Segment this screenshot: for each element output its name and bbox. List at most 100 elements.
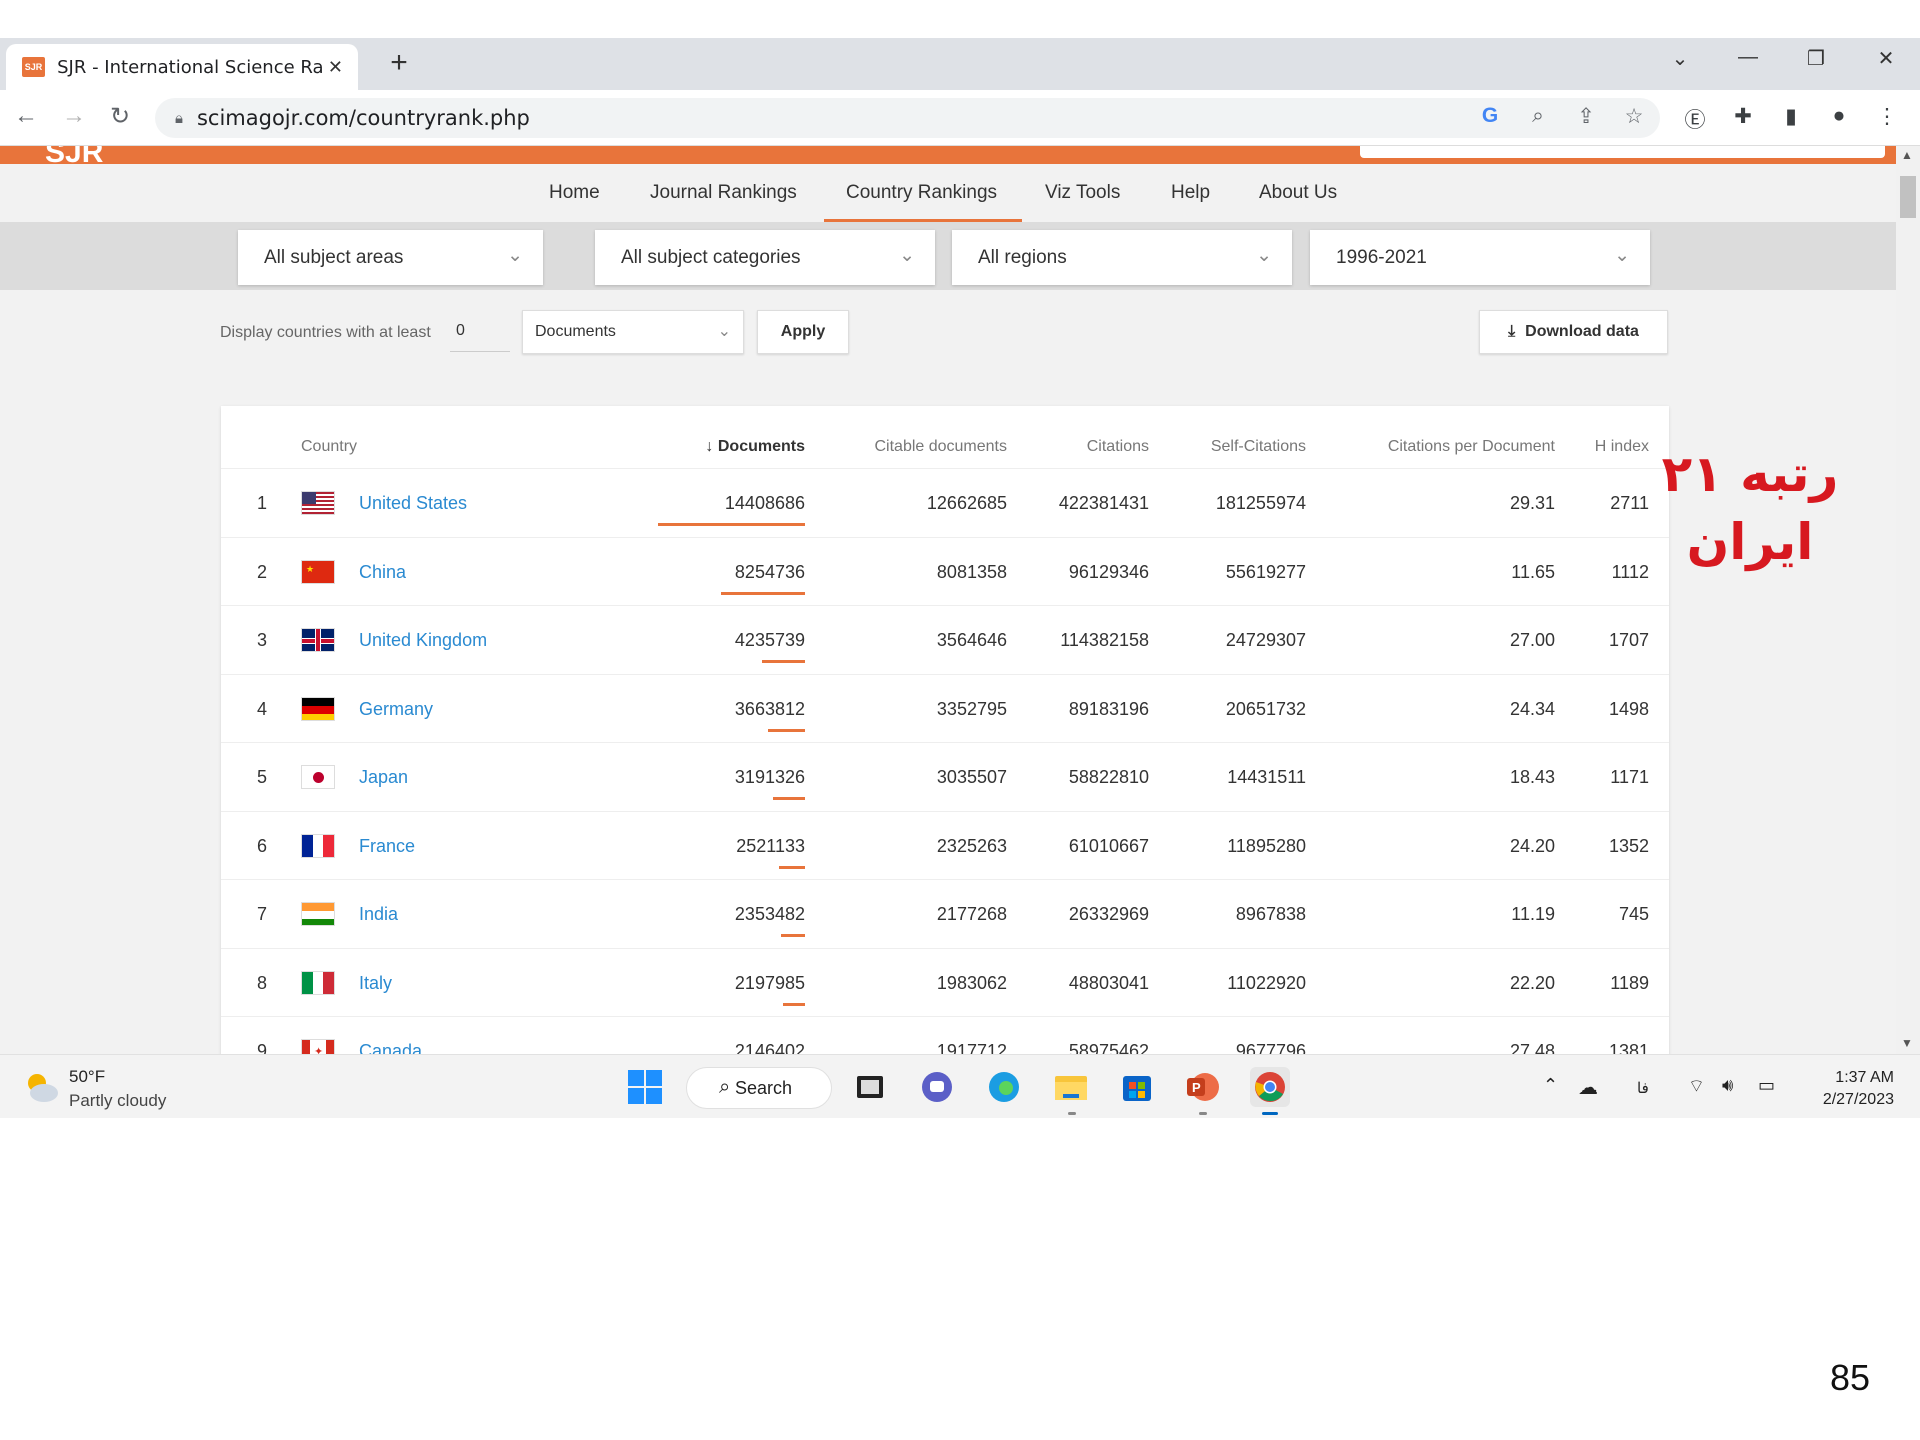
header-citations-per-document[interactable]: Citations per Document — [1321, 438, 1555, 456]
start-windows-icon[interactable] — [625, 1067, 665, 1107]
windows-taskbar: 50°F Partly cloudy ⌕ Search P ⌃ ☁ فا ⌔ 🔊… — [0, 1054, 1920, 1118]
country-flag-icon — [301, 696, 335, 721]
header-citations[interactable]: Citations — [1021, 438, 1149, 456]
browser-tab[interactable]: SJR SJR - International Science Rankir ✕ — [6, 44, 358, 90]
citable-cell: 3035507 — [936, 767, 1007, 787]
country-link[interactable]: Canada — [359, 1041, 619, 1054]
country-link[interactable]: Italy — [359, 973, 619, 994]
download-data-button[interactable]: ⤓ Download data — [1479, 310, 1668, 354]
country-link[interactable]: India — [359, 904, 619, 925]
powerpoint-icon[interactable]: P — [1183, 1067, 1223, 1107]
extensions-puzzle-icon[interactable]: ✚ — [1728, 104, 1758, 129]
scroll-up-arrow-icon[interactable]: ▲ — [1901, 148, 1913, 162]
nav-home[interactable]: Home — [549, 182, 600, 204]
country-link[interactable]: United Kingdom — [359, 630, 619, 651]
nav-about-us[interactable]: About Us — [1259, 182, 1337, 204]
taskbar-search-button[interactable]: ⌕ Search — [686, 1067, 832, 1109]
side-panel-icon[interactable]: ▮ — [1776, 104, 1806, 129]
header-citable[interactable]: Citable documents — [807, 438, 1007, 456]
minimize-button[interactable]: — — [1728, 46, 1768, 69]
svg-text:P: P — [1192, 1080, 1201, 1095]
sjr-favicon-icon: SJR — [22, 57, 46, 77]
region-value: All regions — [978, 246, 1067, 268]
rank-annotation: رتبه ۲۱ ایران — [1600, 440, 1900, 576]
subject-category-select[interactable]: All subject categories ⌄ — [595, 230, 935, 285]
partly-cloudy-icon[interactable] — [22, 1069, 60, 1107]
country-link[interactable]: Germany — [359, 699, 619, 720]
metric-select[interactable]: Documents ⌄ — [522, 310, 744, 354]
edge-browser-icon[interactable] — [984, 1067, 1024, 1107]
volume-icon[interactable]: 🔊︎ — [1722, 1075, 1733, 1096]
self-citations-cell: 181255974 — [1215, 493, 1306, 513]
input-language-indicator[interactable]: فا — [1637, 1079, 1649, 1097]
country-rank-table: Country ↓ Documents Citable documents Ci… — [221, 406, 1669, 1054]
address-bar[interactable]: 🔒︎ scimagojr.com/countryrank.php G ⌕ ⇪ ☆ — [155, 98, 1660, 138]
country-flag-icon: ✦ — [301, 1039, 335, 1054]
close-window-button[interactable]: ✕ — [1866, 46, 1906, 71]
share-icon[interactable]: ⇪ — [1571, 104, 1601, 129]
scroll-down-arrow-icon[interactable]: ▼ — [1901, 1036, 1913, 1050]
nav-journal-rankings[interactable]: Journal Rankings — [650, 182, 797, 204]
show-hidden-icons-chevron-icon[interactable]: ⌃ — [1543, 1075, 1558, 1096]
forward-arrow-icon[interactable]: → — [58, 102, 90, 130]
page-viewport: SJR Home Journal Rankings Country Rankin… — [0, 146, 1896, 1054]
menu-kebab-icon[interactable]: ⋮ — [1872, 104, 1902, 129]
battery-icon[interactable]: ▭ — [1758, 1075, 1775, 1096]
rank-cell: 2 — [256, 561, 267, 582]
microsoft-store-icon[interactable] — [1117, 1067, 1157, 1107]
citable-cell: 3564646 — [936, 630, 1007, 650]
rank-cell: 9 — [256, 1041, 267, 1054]
nav-country-rankings[interactable]: Country Rankings — [846, 182, 997, 204]
onedrive-cloud-icon[interactable]: ☁ — [1578, 1075, 1598, 1100]
header-self-citations[interactable]: Self-Citations — [1151, 438, 1306, 456]
region-select[interactable]: All regions ⌄ — [952, 230, 1292, 285]
extension-e-icon[interactable]: Ⓔ — [1680, 104, 1710, 134]
min-value-input[interactable]: 0 — [450, 310, 510, 352]
tab-search-chevron-icon[interactable]: ⌄ — [1660, 46, 1700, 71]
page-scrollbar[interactable]: ▲ ▼ — [1896, 146, 1920, 1054]
header-documents[interactable]: ↓ Documents — [695, 438, 805, 456]
profile-avatar-icon[interactable]: ● — [1824, 104, 1854, 128]
zoom-icon[interactable]: ⌕ — [1523, 104, 1553, 128]
header-country[interactable]: Country — [301, 438, 357, 456]
rank-cell: 5 — [256, 767, 267, 787]
restore-button[interactable]: ❐ — [1796, 46, 1836, 71]
scroll-thumb[interactable] — [1900, 176, 1916, 218]
self-citations-cell: 20651732 — [1225, 698, 1306, 719]
nav-help[interactable]: Help — [1171, 182, 1210, 204]
teams-chat-icon[interactable] — [917, 1067, 957, 1107]
tab-strip: SJR SJR - International Science Rankir ✕… — [0, 38, 1920, 90]
country-link[interactable]: China — [359, 562, 619, 583]
chevron-down-icon: ⌄ — [1614, 245, 1630, 266]
chrome-icon[interactable] — [1250, 1067, 1290, 1107]
back-arrow-icon[interactable]: ← — [10, 102, 42, 130]
file-explorer-icon[interactable] — [1051, 1067, 1091, 1107]
table-row: 8 Italy 2197985 1983062 48803041 11022920 22.2… — [221, 947, 1669, 1016]
system-clock[interactable]: 1:37 AM 2/27/2023 — [1808, 1067, 1894, 1111]
nav-viz-tools[interactable]: Viz Tools — [1045, 182, 1120, 204]
citations-cell: 114382158 — [1060, 630, 1149, 650]
close-tab-icon[interactable]: ✕ — [325, 57, 346, 78]
rank-cell: 8 — [256, 972, 267, 993]
years-select[interactable]: 1996-2021 ⌄ — [1310, 230, 1650, 285]
country-link[interactable]: United States — [359, 493, 619, 514]
display-label: Display countries with at least — [220, 324, 431, 341]
new-tab-button[interactable]: + — [384, 48, 414, 78]
citable-cell: 1983062 — [936, 972, 1007, 993]
google-icon[interactable]: G — [1475, 104, 1505, 128]
subject-area-select[interactable]: All subject areas ⌄ — [238, 230, 543, 285]
citations-cell: 61010667 — [1068, 835, 1149, 856]
cpd-cell: 27.00 — [1509, 630, 1555, 650]
documents-cell: 8254736 — [734, 561, 805, 582]
documents-share-bar — [762, 660, 805, 663]
country-link[interactable]: Japan — [359, 767, 619, 788]
site-search-input[interactable] — [1360, 146, 1885, 158]
chevron-down-icon: ⌄ — [1256, 245, 1272, 266]
country-link[interactable]: France — [359, 836, 619, 857]
wifi-icon[interactable]: ⌔ — [1688, 1075, 1705, 1098]
documents-share-bar — [783, 1002, 805, 1006]
apply-button[interactable]: Apply — [757, 310, 849, 354]
task-view-icon[interactable] — [850, 1067, 890, 1107]
reload-icon[interactable]: ↻ — [104, 102, 136, 131]
bookmark-star-icon[interactable]: ☆ — [1619, 104, 1649, 129]
